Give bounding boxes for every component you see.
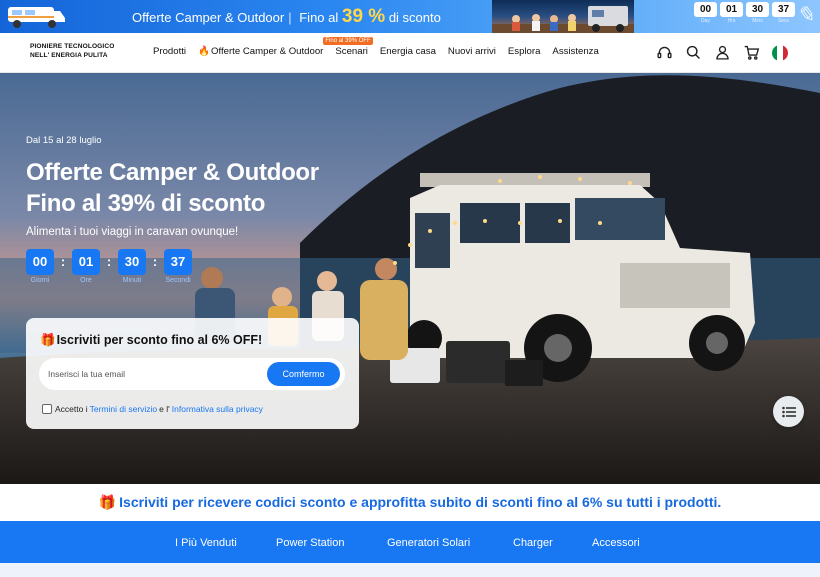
countdown-seconds: 37 Secondi bbox=[164, 249, 192, 287]
timer-days-value: 00 bbox=[694, 2, 717, 17]
page: Offerte Camper & Outdoor | Fino al 39 % d… bbox=[0, 0, 820, 577]
countdown-hours-unit: Ore bbox=[80, 277, 92, 284]
promo-banner[interactable]: Offerte Camper & Outdoor | Fino al 39 % d… bbox=[0, 0, 820, 33]
hero-countdown: 00 Giorni : 01 Ore : 30 Minuti : 37 Secondi bbox=[26, 249, 192, 287]
gift-icon: 🎁 bbox=[98, 494, 117, 510]
category-power-station[interactable]: Power Station bbox=[276, 537, 344, 549]
scenari-badge: Fino al 39% OFF bbox=[323, 37, 373, 45]
hero-banner: Dal 15 al 28 luglio Offerte Camper & Out… bbox=[0, 73, 820, 484]
logo-line-2: NELL' ENERGIA PULITA bbox=[30, 52, 108, 59]
privacy-link[interactable]: Informativa sulla privacy bbox=[172, 404, 263, 414]
promo-decoration-icon: ✎ bbox=[796, 2, 815, 27]
promo-prefix: Fino al bbox=[299, 10, 339, 25]
nav-item-energia-casa[interactable]: Energia casa bbox=[380, 46, 436, 57]
subscribe-strip-content: 🎁 Iscriviti per ricevere codici sconto e … bbox=[99, 494, 722, 511]
email-field: Comfermo bbox=[39, 358, 345, 390]
consent-prefix: Accetto i bbox=[55, 404, 88, 414]
italy-flag-icon[interactable] bbox=[772, 44, 788, 61]
countdown-seconds-unit: Secondi bbox=[165, 277, 191, 284]
promo-photo bbox=[492, 0, 634, 33]
terms-link[interactable]: Termini di servizio bbox=[90, 404, 158, 414]
nav-item-nuovi-arrivi[interactable]: Nuovi arrivi bbox=[448, 46, 496, 57]
timer-minutes-unit: Mins bbox=[752, 18, 763, 24]
countdown-days-unit: Giorni bbox=[30, 277, 50, 284]
countdown-separator: : bbox=[106, 254, 112, 269]
consent-mid: e l' bbox=[159, 404, 170, 414]
category-charger[interactable]: Charger bbox=[513, 537, 553, 549]
main-nav: Prodotti 🔥Offerte Camper & Outdoor Fino … bbox=[153, 37, 599, 57]
camper-van-icon bbox=[8, 7, 65, 28]
subscribe-strip-text: Iscriviti per ricevere codici sconto e a… bbox=[119, 494, 722, 510]
timer-days: 00 Day bbox=[694, 2, 717, 27]
countdown-minutes-value: 30 bbox=[118, 249, 146, 275]
headset-icon[interactable] bbox=[656, 44, 673, 61]
cart-icon[interactable] bbox=[743, 44, 760, 61]
hero-title-line-1: Offerte Camper & Outdoor bbox=[26, 159, 319, 186]
header-icons bbox=[656, 44, 788, 61]
nav-item-scenari-label: Scenari bbox=[335, 46, 368, 57]
nav-item-scenari[interactable]: Fino al 39% OFF Scenari bbox=[323, 37, 373, 57]
confirm-button[interactable]: Comfermo bbox=[267, 362, 340, 386]
timer-minutes: 30 Mins bbox=[746, 2, 769, 27]
consent-row: Accetto i Termini di servizio e l' Infor… bbox=[42, 404, 265, 414]
countdown-minutes-unit: Minuti bbox=[122, 277, 142, 284]
site-header: PIONIERE TECNOLOGICO NELL' ENERGIA PULIT… bbox=[0, 33, 820, 73]
hero-title: Offerte Camper & Outdoor Fino al 39% di … bbox=[26, 157, 319, 219]
promo-title: Offerte Camper & Outdoor bbox=[132, 10, 285, 25]
nav-item-offerte[interactable]: 🔥Offerte Camper & Outdoor bbox=[198, 46, 323, 57]
countdown-days: 00 Giorni bbox=[26, 249, 54, 287]
category-best-sellers[interactable]: I Più Venduti bbox=[175, 537, 237, 549]
countdown-separator: : bbox=[60, 254, 66, 269]
list-icon bbox=[781, 406, 796, 417]
timer-minutes-value: 30 bbox=[746, 2, 769, 17]
promo-percent: 39 % bbox=[341, 6, 386, 27]
timer-seconds: 37 Secs bbox=[772, 2, 795, 27]
promo-suffix: di sconto bbox=[388, 10, 441, 25]
subscribe-title-text: Iscriviti per sconto fino al 6% OFF! bbox=[56, 333, 263, 347]
category-bar: I Più Venduti Power Station Generatori S… bbox=[0, 521, 820, 563]
countdown-minutes: 30 Minuti bbox=[118, 249, 146, 287]
hero-dates: Dal 15 al 28 luglio bbox=[26, 135, 102, 146]
brand-logo[interactable]: PIONIERE TECNOLOGICO NELL' ENERGIA PULIT… bbox=[30, 42, 114, 60]
subscribe-card: 🎁Iscriviti per sconto fino al 6% OFF! Co… bbox=[26, 318, 359, 429]
hero-subtitle: Alimenta i tuoi viaggi in caravan ovunqu… bbox=[26, 226, 239, 238]
consent-checkbox[interactable] bbox=[42, 404, 52, 414]
fire-icon: 🔥 bbox=[198, 46, 211, 57]
category-accessories[interactable]: Accessori bbox=[592, 537, 640, 549]
gift-icon: 🎁 bbox=[40, 333, 56, 347]
search-icon[interactable] bbox=[685, 44, 702, 61]
subscribe-title: 🎁Iscriviti per sconto fino al 6% OFF! bbox=[40, 333, 262, 348]
timer-seconds-unit: Secs bbox=[777, 18, 790, 24]
user-icon[interactable] bbox=[714, 44, 731, 61]
email-input[interactable] bbox=[48, 366, 258, 382]
category-solar-generators[interactable]: Generatori Solari bbox=[387, 537, 470, 549]
floating-menu-button[interactable] bbox=[773, 396, 804, 427]
countdown-hours-value: 01 bbox=[72, 249, 100, 275]
countdown-seconds-value: 37 bbox=[164, 249, 192, 275]
promo-headline: Offerte Camper & Outdoor | Fino al 39 % d… bbox=[132, 6, 441, 27]
logo-line-1: PIONIERE TECNOLOGICO bbox=[30, 43, 115, 50]
subscribe-strip[interactable]: 🎁 Iscriviti per ricevere codici sconto e … bbox=[0, 484, 820, 521]
nav-item-esplora[interactable]: Esplora bbox=[508, 46, 541, 57]
timer-hours-unit: Hrs bbox=[727, 18, 736, 24]
content-area-top bbox=[0, 563, 820, 577]
countdown-days-value: 00 bbox=[26, 249, 54, 275]
timer-days-unit: Day bbox=[701, 18, 710, 24]
nav-item-assistenza[interactable]: Assistenza bbox=[552, 46, 598, 57]
timer-hours: 01 Hrs bbox=[720, 2, 743, 27]
timer-hours-value: 01 bbox=[720, 2, 743, 17]
timer-seconds-value: 37 bbox=[772, 2, 795, 17]
countdown-hours: 01 Ore bbox=[72, 249, 100, 287]
promo-timer: 00 Day 01 Hrs 30 Mins 37 Secs bbox=[694, 2, 795, 27]
countdown-separator: : bbox=[152, 254, 158, 269]
nav-item-offerte-label: Offerte Camper & Outdoor bbox=[211, 46, 324, 57]
hero-title-line-2: Fino al 39% di sconto bbox=[26, 190, 266, 217]
nav-item-prodotti[interactable]: Prodotti bbox=[153, 46, 186, 57]
